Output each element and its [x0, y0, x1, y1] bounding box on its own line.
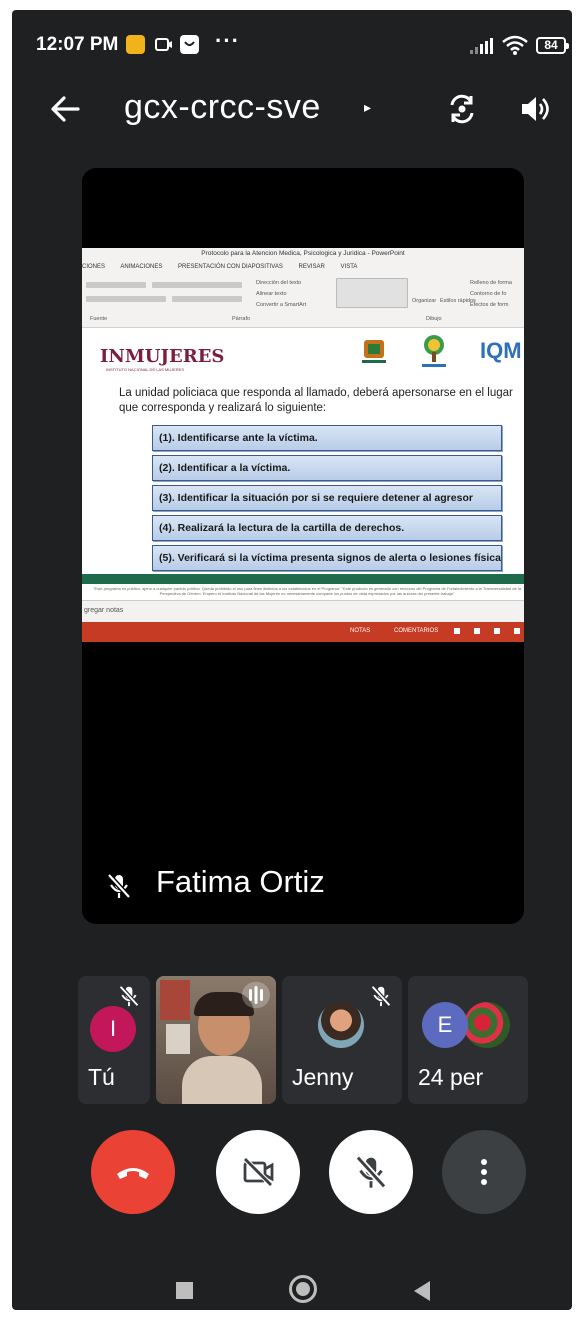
ribbon-paragraph-commands: Dirección del texto Alinear texto Conver…	[256, 280, 307, 308]
camera-off-button[interactable]	[216, 1130, 300, 1214]
ribbon-control	[172, 296, 242, 302]
meeting-details-chevron-icon[interactable]: ▸	[364, 99, 371, 116]
shared-screen-presentation: Protocolo para la Atencion Medica, Psico…	[82, 248, 524, 642]
participant-count: 24 per	[418, 1064, 484, 1090]
participant-tile-others[interactable]: E 24 per	[408, 976, 528, 1104]
end-call-button[interactable]	[91, 1130, 175, 1214]
camera-off-icon	[243, 1157, 274, 1187]
phone-screen: 12:07 PM ··· 84 gcx-crcc-sve ▸ Protocolo…	[12, 10, 572, 1310]
participant-shoulders	[182, 1056, 262, 1104]
status-bar: 12:07 PM ··· 84	[12, 10, 572, 74]
slide-intro-text: La unidad policiaca que responda al llam…	[119, 387, 513, 414]
speaking-indicator-icon	[242, 982, 270, 1008]
more-notifications-icon: ···	[215, 28, 240, 53]
mic-off-icon	[107, 873, 131, 899]
meeting-code[interactable]: gcx-crcc-sve	[124, 88, 321, 127]
signal-icon	[470, 38, 493, 54]
back-icon[interactable]	[414, 1281, 430, 1301]
slide-content: INMUJERES INSTITUTO NACIONAL DE LAS MUJE…	[82, 328, 524, 642]
ribbon-tab: REVISAR	[298, 264, 325, 270]
avatar	[318, 1002, 364, 1048]
participant-name: Tú	[88, 1064, 115, 1090]
app-notification-icon	[126, 35, 145, 54]
ribbon-arrange-command: Organizar	[412, 298, 437, 304]
recent-apps-icon[interactable]	[176, 1282, 193, 1299]
main-video-tile[interactable]: Protocolo para la Atencion Medica, Psico…	[82, 168, 524, 924]
mic-off-icon	[355, 1155, 387, 1189]
avatar-roses	[464, 1002, 510, 1048]
powerpoint-status-bar: NOTAS COMENTARIOS	[82, 622, 524, 642]
message-icon	[180, 35, 199, 54]
more-options-button[interactable]	[442, 1130, 526, 1214]
step-item: (2). Identificar a la víctima.	[152, 455, 502, 481]
slide-footer-band	[82, 574, 524, 584]
step-item: (1). Identificarse ante la víctima.	[152, 425, 502, 451]
participant-tile-jenny[interactable]: Jenny	[282, 976, 402, 1104]
avatar: I	[90, 1006, 136, 1052]
step-item: (5). Verificará si la víctima presenta s…	[152, 545, 502, 571]
wifi-icon	[502, 35, 528, 55]
notes-pane: gregar notas	[82, 600, 524, 622]
powerpoint-ribbon: Protocolo para la Atencion Medica, Psico…	[82, 248, 524, 328]
back-arrow-icon[interactable]	[48, 92, 82, 126]
participant-tile-self[interactable]: I Tú	[78, 976, 150, 1104]
step-item: (3). Identificar la situación por si se …	[152, 485, 502, 511]
presenter-name: Fatima Ortiz	[156, 864, 325, 899]
view-reading-icon	[494, 628, 500, 634]
view-normal-icon	[454, 628, 460, 634]
switch-camera-icon[interactable]	[444, 91, 480, 127]
inmujeres-logo-subtitle: INSTITUTO NACIONAL DE LAS MUJERES	[106, 367, 185, 372]
hang-up-icon	[117, 1168, 149, 1179]
navigation-bar	[12, 1264, 572, 1310]
battery-indicator: 84	[536, 37, 569, 54]
more-vert-icon	[481, 1159, 487, 1185]
participant-name: Jenny	[292, 1064, 354, 1090]
home-icon[interactable]	[289, 1275, 317, 1303]
ribbon-tab: ANIMACIONES	[120, 264, 163, 270]
meeting-header: gcx-crcc-sve ▸	[12, 74, 572, 144]
step-item: (4). Realizará la lectura de la cartilla…	[152, 515, 502, 541]
speaker-icon[interactable]	[518, 92, 552, 126]
ribbon-tabs: CIONES ANIMACIONES PRESENTACIÓN CON DIAP…	[82, 264, 371, 270]
shapes-gallery	[336, 278, 408, 308]
mic-off-icon	[118, 985, 140, 1007]
avatar: E	[422, 1002, 468, 1048]
inmujeres-logo: INMUJERES	[100, 346, 225, 367]
view-slideshow-icon	[514, 628, 520, 634]
steps-list: (1). Identificarse ante la víctima. (2).…	[152, 425, 502, 575]
wall-poster	[160, 980, 190, 1020]
powerpoint-window-title: Protocolo para la Atencion Medica, Psico…	[201, 250, 405, 257]
tree-logo-icon	[422, 335, 446, 367]
cast-icon	[155, 38, 172, 51]
wall-frame	[166, 1024, 190, 1054]
ribbon-control	[152, 282, 242, 288]
ribbon-shape-commands: Relleno de forma Contorno de fo Efectos …	[470, 280, 512, 308]
status-time: 12:07 PM	[36, 34, 119, 55]
slide-disclaimer: "Este programa es público, ajeno a cualq…	[93, 586, 521, 596]
view-sorter-icon	[474, 628, 480, 634]
quintana-roo-seal-icon	[362, 340, 386, 363]
iqm-logo: IQM	[480, 338, 522, 363]
mic-off-button[interactable]	[329, 1130, 413, 1214]
ribbon-tab: CIONES	[82, 264, 106, 270]
ribbon-tab: PRESENTACIÓN CON DIAPOSITIVAS	[178, 264, 283, 270]
participant-tile-video[interactable]	[156, 976, 276, 1104]
ribbon-control	[86, 296, 166, 302]
mic-off-icon	[370, 985, 392, 1007]
ribbon-control	[86, 282, 146, 288]
ribbon-tab: VISTA	[340, 264, 358, 270]
